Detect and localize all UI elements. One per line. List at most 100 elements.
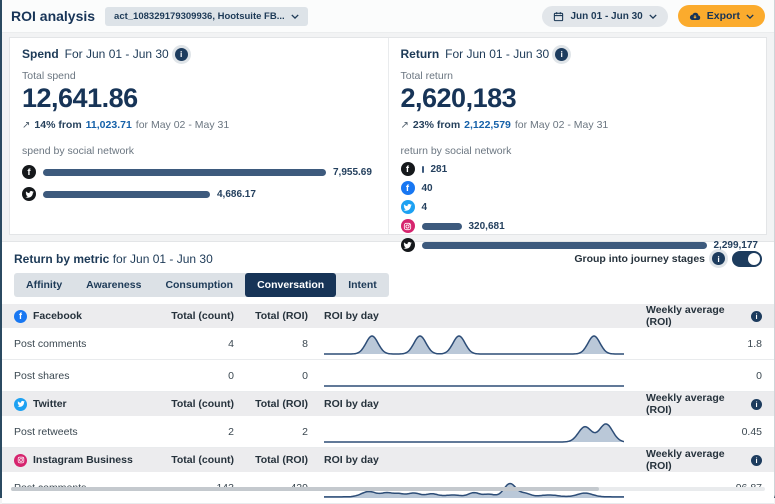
return-panel: Return For Jun 01 - Jun 30 i Total retur… <box>388 38 767 234</box>
return-twitter-value: 4 <box>422 202 428 213</box>
increase-arrow-icon: ↗ <box>22 120 30 131</box>
info-icon[interactable]: i <box>175 48 188 61</box>
spend-title: Spend For Jun 01 - Jun 30 i <box>22 47 376 61</box>
spend-delta: ↗ 14% from 11,023.71 for May 02 - May 31 <box>22 119 376 131</box>
metric-weekly-average: 0 <box>646 370 762 382</box>
return-bar-twitter: 4 <box>401 200 755 214</box>
metric-count: 2 <box>144 426 234 438</box>
export-label: Export <box>707 10 740 22</box>
total-spend-value: 12,641.86 <box>22 83 376 114</box>
roi-by-day-sparkline <box>324 332 624 356</box>
return-facebook-page-bar <box>422 166 424 173</box>
tab-intent[interactable]: Intent <box>336 273 389 297</box>
section-network-name: Instagram Business <box>33 454 133 466</box>
spend-delta-pct: 14% from <box>34 119 81 131</box>
column-header-weekly-average: Weekly average (ROI) <box>646 448 746 472</box>
facebook-icon: f <box>401 181 415 195</box>
column-header-roi-by-day: ROI by day <box>308 398 646 410</box>
top-bar: ROI analysis act_108329179309936, Hootsu… <box>2 0 774 33</box>
chevron-down-icon <box>291 14 299 19</box>
return-twitter-dark-value: 2,299,177 <box>714 240 759 251</box>
info-icon[interactable]: i <box>751 311 762 322</box>
return-period: For Jun 01 - Jun 30 <box>445 47 549 61</box>
return-by-metric-section: Return by metric for Jun 01 - Jun 30 Gro… <box>2 241 774 501</box>
tab-affinity[interactable]: Affinity <box>14 273 74 297</box>
return-facebook-value: 40 <box>422 183 433 194</box>
journey-stage-tabs: Affinity Awareness Consumption Conversat… <box>14 273 389 297</box>
metric-name: Post shares <box>14 370 144 382</box>
metric-weekly-average: 1.8 <box>646 338 762 350</box>
info-icon[interactable]: i <box>751 399 762 410</box>
date-range-picker[interactable]: Jun 01 - Jun 30 <box>542 6 667 27</box>
column-header-weekly-average: Weekly average (ROI) <box>646 392 746 416</box>
tab-awareness[interactable]: Awareness <box>74 273 153 297</box>
return-instagram-value: 320,681 <box>469 221 505 232</box>
table-row: Post shares 0 0 0 <box>2 360 774 392</box>
return-breakdown-label: return by social network <box>401 145 755 157</box>
summary-cards: Spend For Jun 01 - Jun 30 i Total spend … <box>9 37 767 235</box>
spend-twitter-bar <box>43 191 210 198</box>
horizontal-scrollbar-thumb[interactable] <box>11 487 599 491</box>
return-twitter-dark-bar <box>422 242 707 249</box>
instagram-icon <box>401 219 415 233</box>
increase-arrow-icon: ↗ <box>401 120 409 131</box>
info-icon[interactable]: i <box>555 48 568 61</box>
spend-facebook-bar <box>43 169 326 176</box>
section-header-instagram: Instagram Business Total (count) Total (… <box>2 448 774 472</box>
return-title: Return For Jun 01 - Jun 30 i <box>401 47 755 61</box>
metric-name: Post comments <box>14 338 144 350</box>
metric-count: 0 <box>144 370 234 382</box>
return-delta-period: for May 02 - May 31 <box>515 119 608 131</box>
metric-roi: 2 <box>234 426 308 438</box>
spend-bar-twitter: 4,686.17 <box>22 187 376 201</box>
roi-by-day-sparkline <box>324 364 624 388</box>
spend-period: For Jun 01 - Jun 30 <box>65 47 169 61</box>
metric-weekly-average: 0.45 <box>646 426 762 438</box>
column-header-count: Total (count) <box>144 398 234 410</box>
chevron-down-icon <box>649 14 657 19</box>
return-instagram-bar <box>422 223 462 230</box>
group-journey-stages-label: Group into journey stages <box>574 253 705 265</box>
group-journey-stages-toggle[interactable] <box>732 251 762 267</box>
info-icon[interactable]: i <box>751 455 762 466</box>
column-header-roi-by-day: ROI by day <box>308 454 646 466</box>
return-delta: ↗ 23% from 2,122,579 for May 02 - May 31 <box>401 119 755 131</box>
total-return-label: Total return <box>401 70 755 82</box>
group-journey-stages: Group into journey stages i <box>574 251 762 267</box>
facebook-dark-icon: f <box>22 165 36 179</box>
spend-delta-period: for May 02 - May 31 <box>136 119 229 131</box>
chevron-down-icon <box>746 14 754 19</box>
info-icon[interactable]: i <box>712 252 725 265</box>
twitter-dark-icon <box>22 187 36 201</box>
return-facebook-page-value: 281 <box>431 164 448 175</box>
date-range-label: Jun 01 - Jun 30 <box>570 11 642 22</box>
tab-consumption[interactable]: Consumption <box>153 273 245 297</box>
section-header-twitter: Twitter Total (count) Total (ROI) ROI by… <box>2 392 774 416</box>
spend-title-label: Spend <box>22 47 59 61</box>
return-by-metric-period: for Jun 01 - Jun 30 <box>113 252 213 266</box>
account-selector-label: act_108329179309936, Hootsuite FB... <box>114 11 285 22</box>
tab-conversation[interactable]: Conversation <box>245 273 336 297</box>
spend-facebook-value: 7,955.69 <box>333 167 372 178</box>
table-row: Post comments 4 8 1.8 <box>2 328 774 360</box>
cloud-download-icon <box>689 11 701 21</box>
facebook-dark-icon: f <box>401 162 415 176</box>
roi-by-day-sparkline <box>324 420 624 444</box>
account-selector[interactable]: act_108329179309936, Hootsuite FB... <box>105 7 308 26</box>
horizontal-scrollbar[interactable] <box>11 487 765 491</box>
metric-roi: 0 <box>234 370 308 382</box>
export-button[interactable]: Export <box>678 5 765 27</box>
return-delta-pct: 23% from <box>413 119 460 131</box>
spend-previous-value-link[interactable]: 11,023.71 <box>86 119 132 131</box>
column-header-roi-by-day: ROI by day <box>308 310 646 322</box>
total-spend-label: Total spend <box>22 70 376 82</box>
twitter-icon <box>14 398 27 411</box>
column-header-roi: Total (ROI) <box>234 454 308 466</box>
spend-panel: Spend For Jun 01 - Jun 30 i Total spend … <box>10 38 388 234</box>
metric-roi: 8 <box>234 338 308 350</box>
column-header-weekly-average: Weekly average (ROI) <box>646 304 746 328</box>
column-header-count: Total (count) <box>144 454 234 466</box>
return-previous-value-link[interactable]: 2,122,579 <box>464 119 511 131</box>
table-row: Post retweets 2 2 0.45 <box>2 416 774 448</box>
total-return-value: 2,620,183 <box>401 83 755 114</box>
